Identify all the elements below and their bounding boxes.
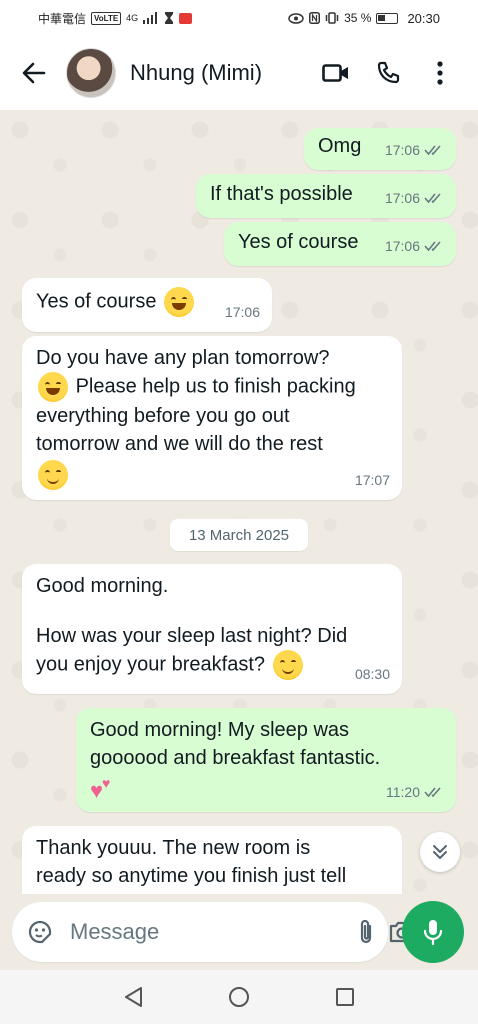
triangle-back-icon [125, 987, 142, 1007]
grinning-squinting-face-icon [38, 372, 68, 402]
system-navigation-bar [0, 970, 478, 1024]
double-check-icon [424, 193, 441, 204]
composer-bar [0, 894, 478, 970]
message-meta: 17:06 [225, 298, 260, 326]
message-time: 08:30 [354, 666, 390, 682]
contact-name[interactable]: Nhung (Mimi) [130, 60, 304, 86]
message-line: Good morning! My sleep was [90, 719, 350, 741]
sticker-button[interactable] [26, 916, 54, 948]
carrier-label: 中華電信 [38, 11, 87, 26]
message-line: tomorrow and we will do the rest [36, 433, 323, 455]
battery-icon [376, 12, 399, 24]
message-time: 17:06 [384, 190, 420, 206]
message-line: Do you have any plan tomorrow? [36, 347, 330, 369]
phone-icon [377, 61, 400, 84]
message-time: 11:20 [386, 784, 420, 800]
voice-call-button[interactable] [368, 53, 408, 93]
message-meta: 17:06 [385, 136, 444, 164]
double-check-icon [424, 145, 441, 156]
attach-button[interactable] [358, 916, 374, 948]
message-meta: 11:20 [386, 778, 444, 806]
vibrate-icon [325, 12, 339, 24]
message-line: everything before you go out [36, 405, 290, 427]
more-options-button[interactable] [420, 53, 460, 93]
nfc-icon [309, 12, 321, 24]
sticker-smiley-icon [28, 920, 52, 944]
square-recents-icon [336, 988, 354, 1006]
nav-home-button[interactable] [219, 977, 259, 1017]
back-button[interactable] [18, 57, 50, 89]
message-line: How was your sleep last night? Did [36, 625, 348, 647]
message-bubble-incoming[interactable]: Do you have any plan tomorrow? Please he… [22, 336, 402, 500]
smiling-face-icon [272, 650, 303, 680]
message-text: Omg [318, 135, 362, 157]
message-bubble-outgoing[interactable]: Yes of course 17:06 [224, 222, 456, 266]
message-bubble-incoming[interactable]: Good morning. How was your sleep last ni… [22, 564, 402, 694]
grinning-squinting-face-icon [164, 287, 195, 317]
message-bubble-outgoing[interactable]: Omg 17:06 [304, 128, 456, 170]
microphone-icon [423, 920, 443, 946]
signal-icon [143, 12, 158, 24]
message-meta: 17:06 [385, 232, 444, 260]
message-line: ready so anytime you finish just tell [36, 865, 347, 887]
message-text: Yes of course [238, 231, 359, 253]
smiling-face-icon [38, 460, 68, 490]
chat-header: Nhung (Mimi) [0, 36, 478, 110]
double-check-icon [424, 787, 441, 798]
message-time: 17:06 [224, 304, 260, 320]
clock: 20:30 [407, 10, 440, 26]
message-line-with-emoji: you enjoy your breakfast? [36, 650, 388, 680]
circle-home-icon [229, 987, 249, 1007]
message-input[interactable] [70, 919, 358, 945]
message-time: 17:06 [384, 238, 420, 254]
double-chevron-down-icon [433, 845, 447, 859]
message-bubble-outgoing[interactable]: If that's possible 17:06 [196, 174, 456, 218]
video-call-button[interactable] [316, 53, 356, 93]
hourglass-icon [165, 12, 174, 24]
video-camera-icon [322, 64, 348, 82]
message-text: If that's possible [210, 183, 353, 205]
message-list[interactable]: Omg 17:06 If that's possible 17:06 Yes o… [0, 110, 478, 894]
message-line: Good morning. [36, 575, 169, 597]
avatar[interactable] [66, 48, 116, 98]
nav-recents-button[interactable] [325, 977, 365, 1017]
network-type: 4G [126, 13, 139, 23]
message-line: Thank youuu. The new room is [36, 837, 311, 859]
status-bar: 中華電信 VoLTE 4G 35 % 20:30 [0, 0, 478, 36]
status-bar-left: 中華電信 VoLTE 4G [38, 10, 193, 27]
message-text: Yes of course [36, 290, 157, 313]
message-meta: 17:06 [385, 184, 444, 212]
date-separator: 13 March 2025 [170, 519, 308, 551]
message-line: you enjoy your breakfast? [36, 653, 266, 676]
message-line-with-emoji: Please help us to finish packing [36, 372, 388, 402]
message-time: 17:06 [384, 142, 420, 158]
status-bar-right: 35 % 20:30 [288, 11, 440, 26]
eye-icon [288, 12, 304, 24]
nav-back-button[interactable] [113, 977, 153, 1017]
notification-app-icon [179, 12, 193, 24]
volte-badge: VoLTE [91, 11, 122, 25]
double-check-icon [424, 241, 441, 252]
battery-percent: 35 % [344, 11, 372, 25]
message-meta: 08:30 [355, 660, 390, 688]
paperclip-icon [360, 919, 372, 944]
message-time: 17:07 [354, 472, 390, 488]
scroll-to-bottom-button[interactable] [420, 832, 460, 872]
message-bubble-incoming[interactable]: Yes of course 17:06 [22, 278, 272, 332]
message-bubble-incoming[interactable]: Thank youuu. The new room is ready so an… [22, 826, 402, 894]
kebab-menu-icon [437, 61, 443, 85]
arrow-left-icon [22, 62, 46, 84]
message-bubble-outgoing[interactable]: Good morning! My sleep was goooood and b… [76, 708, 456, 812]
message-meta: 17:07 [355, 466, 390, 494]
voice-message-button[interactable] [402, 901, 464, 963]
message-line: goooood and breakfast fantastic. [90, 747, 381, 769]
two-hearts-icon: ♥ ♥ [90, 775, 111, 803]
message-composer [12, 902, 415, 962]
message-line: Please help us to finish packing [75, 375, 356, 398]
